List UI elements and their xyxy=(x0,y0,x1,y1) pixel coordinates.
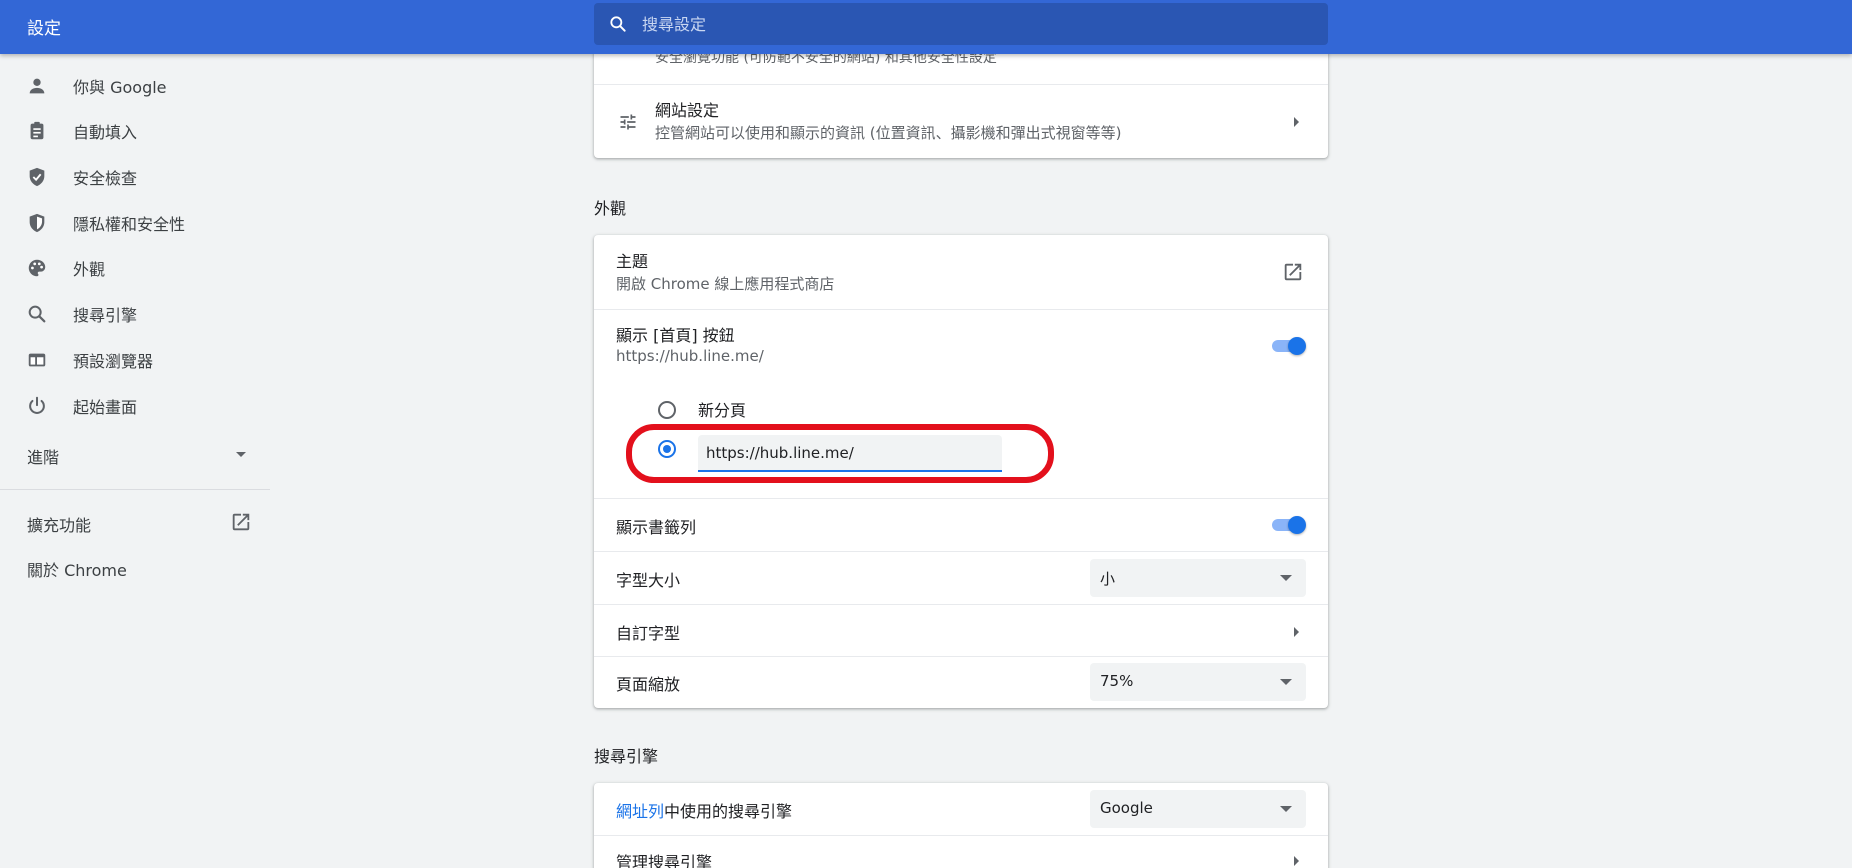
dropdown-caret-icon xyxy=(1280,575,1292,581)
theme-row[interactable]: 主題 開啟 Chrome 線上應用程式商店 xyxy=(594,235,1328,309)
sidebar-item-extensions[interactable]: 擴充功能 xyxy=(0,502,270,542)
font-size-select[interactable]: 小 xyxy=(1090,559,1306,597)
theme-subtitle: 開啟 Chrome 線上應用程式商店 xyxy=(616,275,835,293)
browser-icon xyxy=(28,353,46,367)
search-engine-value: Google xyxy=(1100,799,1153,817)
sidebar-item-autofill[interactable]: 自動填入 xyxy=(0,109,270,153)
sidebar-item-you-and-google[interactable]: 你與 Google xyxy=(0,64,270,108)
custom-fonts-title: 自訂字型 xyxy=(616,624,681,643)
search-engine-label-rest: 中使用的搜尋引擎 xyxy=(664,802,793,821)
search-input[interactable] xyxy=(642,3,1302,45)
sidebar-item-label: 預設瀏覽器 xyxy=(73,352,154,371)
arrow-right-icon xyxy=(1294,856,1299,866)
sidebar-item-safety-check[interactable]: 安全檢查 xyxy=(0,155,270,199)
site-settings-title: 網站設定 xyxy=(655,101,720,120)
font-size-title: 字型大小 xyxy=(616,571,681,590)
person-icon xyxy=(29,78,45,94)
sidebar-item-about-chrome[interactable]: 關於 Chrome xyxy=(0,547,270,587)
bookmarks-bar-toggle[interactable] xyxy=(1270,515,1306,535)
page-title: 設定 xyxy=(27,19,61,39)
radio-custom-url[interactable] xyxy=(658,440,676,458)
custom-url-input[interactable] xyxy=(698,435,1002,472)
font-size-row: 字型大小 小 xyxy=(594,552,1328,604)
home-button-row: 顯示 [首頁] 按鈕 https://hub.line.me/ xyxy=(594,310,1328,385)
search-icon xyxy=(610,16,626,32)
sidebar-item-label: 安全檢查 xyxy=(73,169,138,188)
radio-new-tab-label: 新分頁 xyxy=(698,401,747,420)
home-button-title: 顯示 [首頁] 按鈕 xyxy=(616,326,735,345)
palette-icon xyxy=(28,259,46,277)
sidebar-item-label: 你與 Google xyxy=(73,78,167,97)
shield-check-icon xyxy=(29,167,45,187)
site-settings-row[interactable]: 網站設定 控管網站可以使用和顯示的資訊 (位置資訊、攝影機和彈出式視窗等等) xyxy=(594,85,1328,158)
toggle-knob xyxy=(1288,337,1306,355)
radio-new-tab[interactable] xyxy=(658,401,676,419)
page-zoom-select[interactable]: 75% xyxy=(1090,663,1306,701)
dropdown-caret-icon xyxy=(1280,679,1292,685)
manage-search-engines-row[interactable]: 管理搜尋引擎 xyxy=(594,836,1328,868)
search-icon xyxy=(28,305,46,323)
sidebar-item-appearance[interactable]: 外觀 xyxy=(0,246,270,290)
open-in-new-icon xyxy=(232,513,250,531)
sidebar-advanced-toggle[interactable]: 進階 xyxy=(0,434,270,474)
sidebar: 你與 Google 自動填入 安全檢查 隱私權和安全性 外觀 搜尋引擎 預設瀏覽… xyxy=(0,54,270,868)
sidebar-item-default-browser[interactable]: 預設瀏覽器 xyxy=(0,338,270,382)
sidebar-item-label: 外觀 xyxy=(73,260,106,279)
tune-icon xyxy=(620,114,636,130)
sidebar-item-search-engine[interactable]: 搜尋引擎 xyxy=(0,292,270,336)
shield-icon xyxy=(29,213,45,233)
appearance-card: 主題 開啟 Chrome 線上應用程式商店 顯示 [首頁] 按鈕 https:/… xyxy=(594,235,1328,708)
top-bar: 設定 xyxy=(0,0,1852,54)
home-button-toggle[interactable] xyxy=(1270,336,1306,356)
sidebar-item-label: 自動填入 xyxy=(73,123,138,142)
sidebar-item-label: 起始畫面 xyxy=(73,398,138,417)
site-settings-subtitle: 控管網站可以使用和顯示的資訊 (位置資訊、攝影機和彈出式視窗等等) xyxy=(655,124,1122,142)
page-zoom-title: 頁面縮放 xyxy=(616,675,681,694)
appearance-section-title: 外觀 xyxy=(594,199,627,218)
sidebar-item-label: 搜尋引擎 xyxy=(73,306,138,325)
extensions-label: 擴充功能 xyxy=(27,516,92,535)
bookmarks-bar-row: 顯示書籤列 xyxy=(594,499,1328,551)
address-bar-link[interactable]: 網址列 xyxy=(616,802,664,821)
caret-down-icon xyxy=(236,452,246,457)
sidebar-divider xyxy=(0,489,270,490)
sidebar-item-on-startup[interactable]: 起始畫面 xyxy=(0,384,270,428)
toggle-knob xyxy=(1288,516,1306,534)
sidebar-item-privacy[interactable]: 隱私權和安全性 xyxy=(0,201,270,245)
search-engine-select[interactable]: Google xyxy=(1090,790,1306,828)
search-engine-card: 網址列中使用的搜尋引擎 Google 管理搜尋引擎 xyxy=(594,783,1328,868)
custom-fonts-row[interactable]: 自訂字型 xyxy=(594,605,1328,657)
search-engine-label: 網址列中使用的搜尋引擎 xyxy=(616,798,792,822)
clipboard-icon xyxy=(30,121,44,140)
bookmarks-bar-title: 顯示書籤列 xyxy=(616,518,697,537)
open-in-new-icon[interactable] xyxy=(1282,261,1304,283)
search-engine-row: 網址列中使用的搜尋引擎 Google xyxy=(594,783,1328,835)
home-button-subtitle: https://hub.line.me/ xyxy=(616,347,764,365)
page-zoom-value: 75% xyxy=(1100,672,1134,690)
font-size-value: 小 xyxy=(1100,570,1116,588)
dropdown-caret-icon xyxy=(1280,806,1292,812)
theme-title: 主題 xyxy=(616,252,649,271)
search-box[interactable] xyxy=(594,3,1328,45)
arrow-right-icon xyxy=(1294,117,1299,127)
search-engine-section-title: 搜尋引擎 xyxy=(594,747,659,766)
arrow-right-icon xyxy=(1294,627,1299,637)
advanced-label: 進階 xyxy=(27,448,60,467)
page-zoom-row: 頁面縮放 75% xyxy=(594,657,1328,708)
manage-search-engines-title: 管理搜尋引擎 xyxy=(616,853,713,868)
power-icon xyxy=(29,396,45,414)
about-label: 關於 Chrome xyxy=(27,561,127,580)
sidebar-item-label: 隱私權和安全性 xyxy=(73,215,186,234)
